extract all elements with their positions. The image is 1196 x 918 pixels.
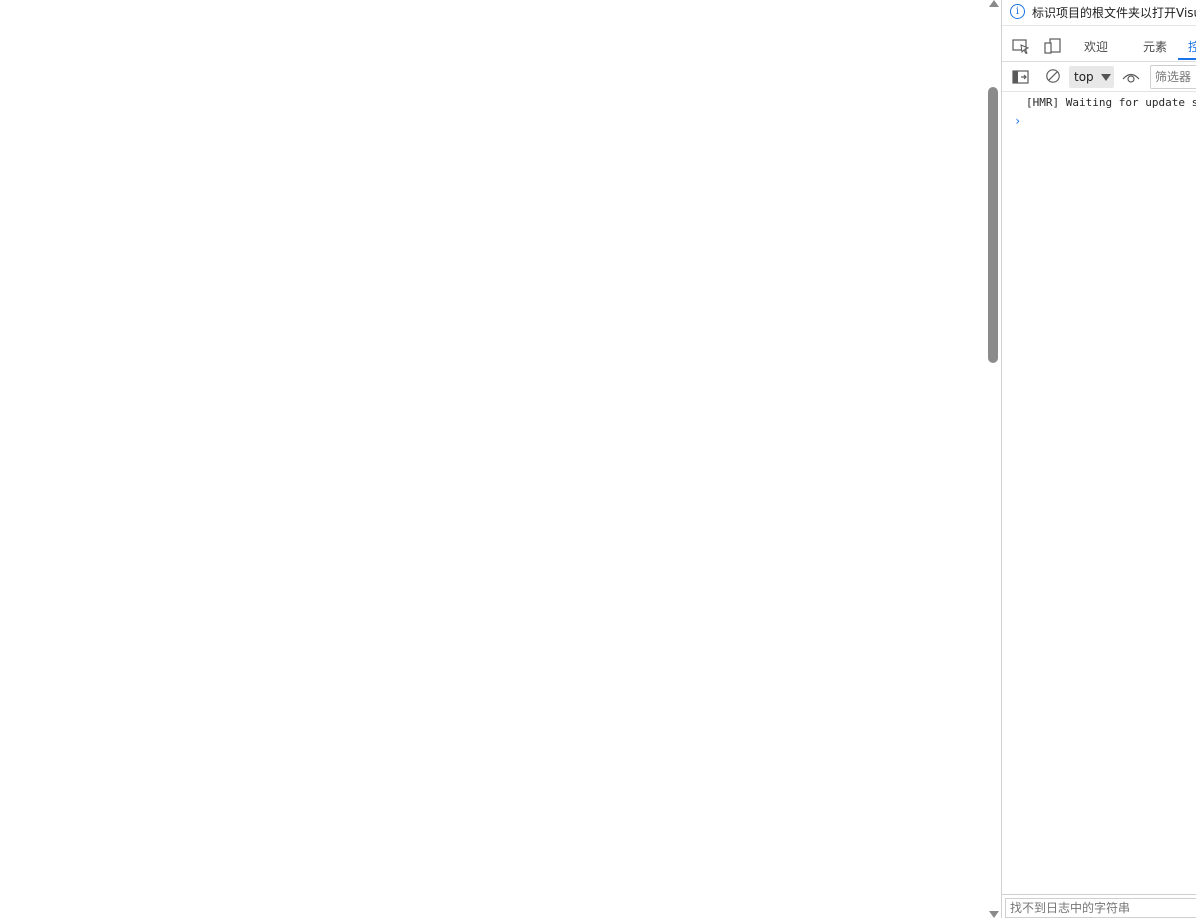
vertical-scrollbar[interactable] — [986, 0, 1001, 918]
info-bar-text: 标识项目的根文件夹以打开Visu — [1032, 6, 1196, 20]
scroll-down-arrow-icon[interactable] — [989, 911, 999, 918]
scroll-up-arrow-icon[interactable] — [989, 0, 999, 7]
chevron-down-icon — [1101, 74, 1111, 81]
tab-console[interactable]: 控 — [1188, 38, 1196, 55]
log-search-input[interactable] — [1005, 898, 1196, 918]
screen: i 标识项目的根文件夹以打开Visu 欢迎 元素 控 — [0, 0, 1196, 918]
console-filter-input[interactable] — [1150, 65, 1196, 89]
console-message: [HMR] Waiting for update s — [1026, 96, 1196, 109]
scroll-thumb[interactable] — [988, 87, 998, 363]
console-prompt-chevron-icon[interactable]: › — [1014, 114, 1021, 128]
clear-console-icon[interactable] — [1044, 68, 1062, 84]
devtools-panel: i 标识项目的根文件夹以打开Visu 欢迎 元素 控 — [1001, 0, 1196, 918]
console-sidebar-icon[interactable] — [1012, 69, 1030, 85]
context-selector[interactable]: top — [1069, 66, 1114, 88]
inspect-element-icon[interactable] — [1012, 38, 1030, 54]
active-tab-indicator — [1178, 58, 1196, 60]
tab-elements[interactable]: 元素 — [1143, 38, 1167, 55]
info-icon: i — [1010, 4, 1025, 19]
eye-icon[interactable] — [1122, 69, 1140, 85]
console-toolbar: top — [1002, 62, 1196, 92]
device-emulation-icon[interactable] — [1044, 38, 1062, 54]
tab-welcome[interactable]: 欢迎 — [1084, 38, 1108, 55]
info-bar: i 标识项目的根文件夹以打开Visu — [1002, 0, 1196, 26]
devtools-tab-bar: 欢迎 元素 控 — [1002, 30, 1196, 62]
bottom-search-bar — [1002, 894, 1196, 918]
context-selector-label: top — [1074, 70, 1094, 84]
page-viewport — [0, 0, 986, 918]
